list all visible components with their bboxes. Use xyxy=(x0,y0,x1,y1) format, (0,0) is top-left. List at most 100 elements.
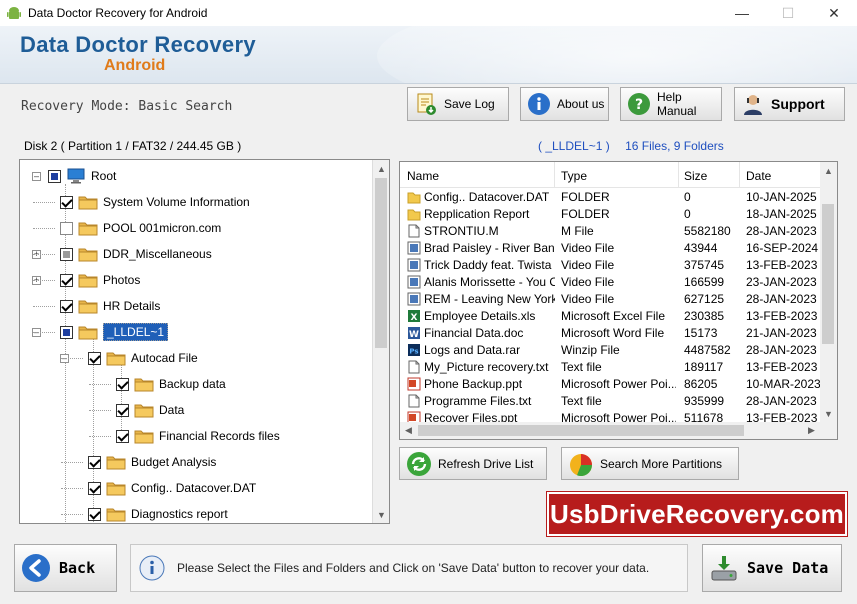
table-row[interactable]: Config.. Datacover.DAT FOLDER 0 10-JAN-2025 xyxy=(400,188,820,205)
scroll-up-icon[interactable]: ▲ xyxy=(820,162,837,179)
tree-node[interactable]: Budget Analysis xyxy=(61,451,216,473)
video-icon xyxy=(407,292,421,306)
tree-scrollbar[interactable]: ▲ ▼ xyxy=(372,160,389,523)
maximize-button[interactable]: ☐ xyxy=(765,0,811,26)
refresh-drive-list-button[interactable]: Refresh Drive List xyxy=(399,447,547,480)
table-row[interactable]: STRONTIU.M M File 5582180 28-JAN-2023 xyxy=(400,222,820,239)
tree-checkbox[interactable] xyxy=(88,481,101,495)
title-bar: Data Doctor Recovery for Android — ☐ ✕ xyxy=(0,0,857,26)
folder-tree[interactable]: – Root System Volume Information POOL 001… xyxy=(19,159,390,524)
file-date-cell: 10-JAN-2025 xyxy=(746,190,817,204)
table-row[interactable]: Phone Backup.ppt Microsoft Power Poi... 86… xyxy=(400,375,820,392)
tree-node[interactable]: + DDR_Miscellaneous xyxy=(32,243,212,265)
tree-node[interactable]: – _LLDEL~1 xyxy=(32,321,169,343)
tree-checkbox[interactable] xyxy=(60,247,73,261)
file-size-cell: 230385 xyxy=(684,309,725,323)
about-us-button[interactable]: About us xyxy=(520,87,609,121)
file-list[interactable]: Name Type Size Date Config.. Datacover.D… xyxy=(399,161,838,440)
table-row[interactable]: Brad Paisley - River Bank.... Video File 4… xyxy=(400,239,820,256)
table-row[interactable]: REM - Leaving New York.... Video File 6271… xyxy=(400,290,820,307)
file-date-cell: 23-JAN-2023 xyxy=(746,275,817,289)
video-icon xyxy=(407,258,421,272)
minimize-button[interactable]: — xyxy=(719,0,765,26)
scroll-down-icon[interactable]: ▼ xyxy=(820,405,837,422)
open-folder-icon xyxy=(106,352,126,366)
column-header-date[interactable]: Date xyxy=(746,169,771,183)
file-name: Financial Data.doc xyxy=(424,326,524,340)
tree-checkbox[interactable] xyxy=(116,377,129,391)
save-data-button[interactable]: Save Data xyxy=(702,544,842,592)
tree-checkbox[interactable] xyxy=(116,403,129,417)
help-manual-button[interactable]: ? Help Manual xyxy=(620,87,722,121)
file-date-cell: 28-JAN-2023 xyxy=(746,394,817,408)
scroll-left-icon[interactable]: ◀ xyxy=(400,422,417,439)
tree-checkbox[interactable] xyxy=(48,169,61,183)
file-name: Repplication Report xyxy=(424,207,530,221)
file-name-cell: STRONTIU.M xyxy=(407,224,555,238)
table-row[interactable]: W Financial Data.doc Microsoft Word File 15… xyxy=(400,324,820,341)
tree-checkbox[interactable] xyxy=(88,351,101,365)
file-name: REM - Leaving New York.... xyxy=(424,292,555,306)
tree-node[interactable]: Backup data xyxy=(89,373,226,395)
support-person-icon xyxy=(744,95,762,115)
folder-icon xyxy=(78,274,98,288)
column-header-name[interactable]: Name xyxy=(407,169,439,183)
tree-label: Financial Records files xyxy=(159,429,280,443)
table-row[interactable]: Repplication Report FOLDER 0 18-JAN-2025 xyxy=(400,205,820,222)
tree-checkbox[interactable] xyxy=(88,455,101,469)
scroll-down-icon[interactable]: ▼ xyxy=(373,506,389,523)
table-row[interactable]: Programme Files.txt Text file 935999 28-JAN… xyxy=(400,392,820,409)
window-title: Data Doctor Recovery for Android xyxy=(28,6,208,20)
file-name-cell: Ps Logs and Data.rar xyxy=(407,343,555,357)
table-row[interactable]: My_Picture recovery.txt Text file 189117 13… xyxy=(400,358,820,375)
tree-checkbox[interactable] xyxy=(60,273,73,287)
tree-node[interactable]: Data xyxy=(89,399,184,421)
back-button[interactable]: Back xyxy=(14,544,117,592)
search-more-partitions-button[interactable]: Search More Partitions xyxy=(561,447,739,480)
tree-checkbox[interactable] xyxy=(60,195,73,209)
close-button[interactable]: ✕ xyxy=(811,0,857,26)
tree-checkbox[interactable] xyxy=(116,429,129,443)
tree-node[interactable]: System Volume Information xyxy=(33,191,250,213)
file-list-hscrollbar[interactable]: ◀ ▶ xyxy=(400,422,837,439)
file-name: Phone Backup.ppt xyxy=(424,377,523,391)
tree-checkbox[interactable] xyxy=(60,325,73,339)
file-size-cell: 375745 xyxy=(684,258,725,272)
table-row[interactable]: Trick Daddy feat. Twista .... Video File 3… xyxy=(400,256,820,273)
tree-line xyxy=(61,358,83,359)
scrollbar-thumb[interactable] xyxy=(822,204,834,344)
scrollbar-thumb[interactable] xyxy=(418,425,744,436)
scroll-right-icon[interactable]: ▶ xyxy=(803,422,820,439)
table-row[interactable]: Ps Logs and Data.rar Winzip File 4487582 28-… xyxy=(400,341,820,358)
column-header-size[interactable]: Size xyxy=(684,169,707,183)
support-button[interactable]: Support xyxy=(734,87,845,121)
folder-icon xyxy=(134,404,154,418)
tree-checkbox[interactable] xyxy=(60,299,73,313)
save-log-button[interactable]: Save Log xyxy=(407,87,509,121)
column-header-type[interactable]: Type xyxy=(561,169,587,183)
tree-node[interactable]: + Photos xyxy=(32,269,140,291)
file-name-cell: Trick Daddy feat. Twista .... xyxy=(407,258,555,272)
folder-icon xyxy=(407,209,421,221)
scrollbar-thumb[interactable] xyxy=(375,178,387,348)
table-row[interactable]: X Employee Details.xls Microsoft Excel Fil… xyxy=(400,307,820,324)
tree-node-root[interactable]: – Root xyxy=(32,165,116,187)
back-label: Back xyxy=(59,559,96,577)
tree-node[interactable]: Diagnostics report xyxy=(61,503,228,523)
scroll-up-icon[interactable]: ▲ xyxy=(373,160,389,177)
file-list-vscrollbar[interactable]: ▲ ▼ xyxy=(820,162,837,422)
collapse-icon[interactable]: – xyxy=(32,172,41,181)
file-type-cell: Microsoft Power Poi... xyxy=(561,377,676,391)
table-row[interactable]: Alanis Morissette - You Ou... Video File 1… xyxy=(400,273,820,290)
tree-node[interactable]: HR Details xyxy=(33,295,161,317)
tree-node[interactable]: – Autocad File xyxy=(60,347,198,369)
file-name: Alanis Morissette - You Ou... xyxy=(424,275,555,289)
file-size-cell: 86205 xyxy=(684,377,718,391)
tree-checkbox[interactable] xyxy=(60,221,73,235)
tree-label: HR Details xyxy=(103,299,161,313)
tree-checkbox[interactable] xyxy=(88,507,101,521)
tree-node[interactable]: POOL 001micron.com xyxy=(33,217,221,239)
tree-node[interactable]: Financial Records files xyxy=(89,425,280,447)
tree-node[interactable]: Config.. Datacover.DAT xyxy=(61,477,256,499)
android-icon xyxy=(7,7,21,19)
